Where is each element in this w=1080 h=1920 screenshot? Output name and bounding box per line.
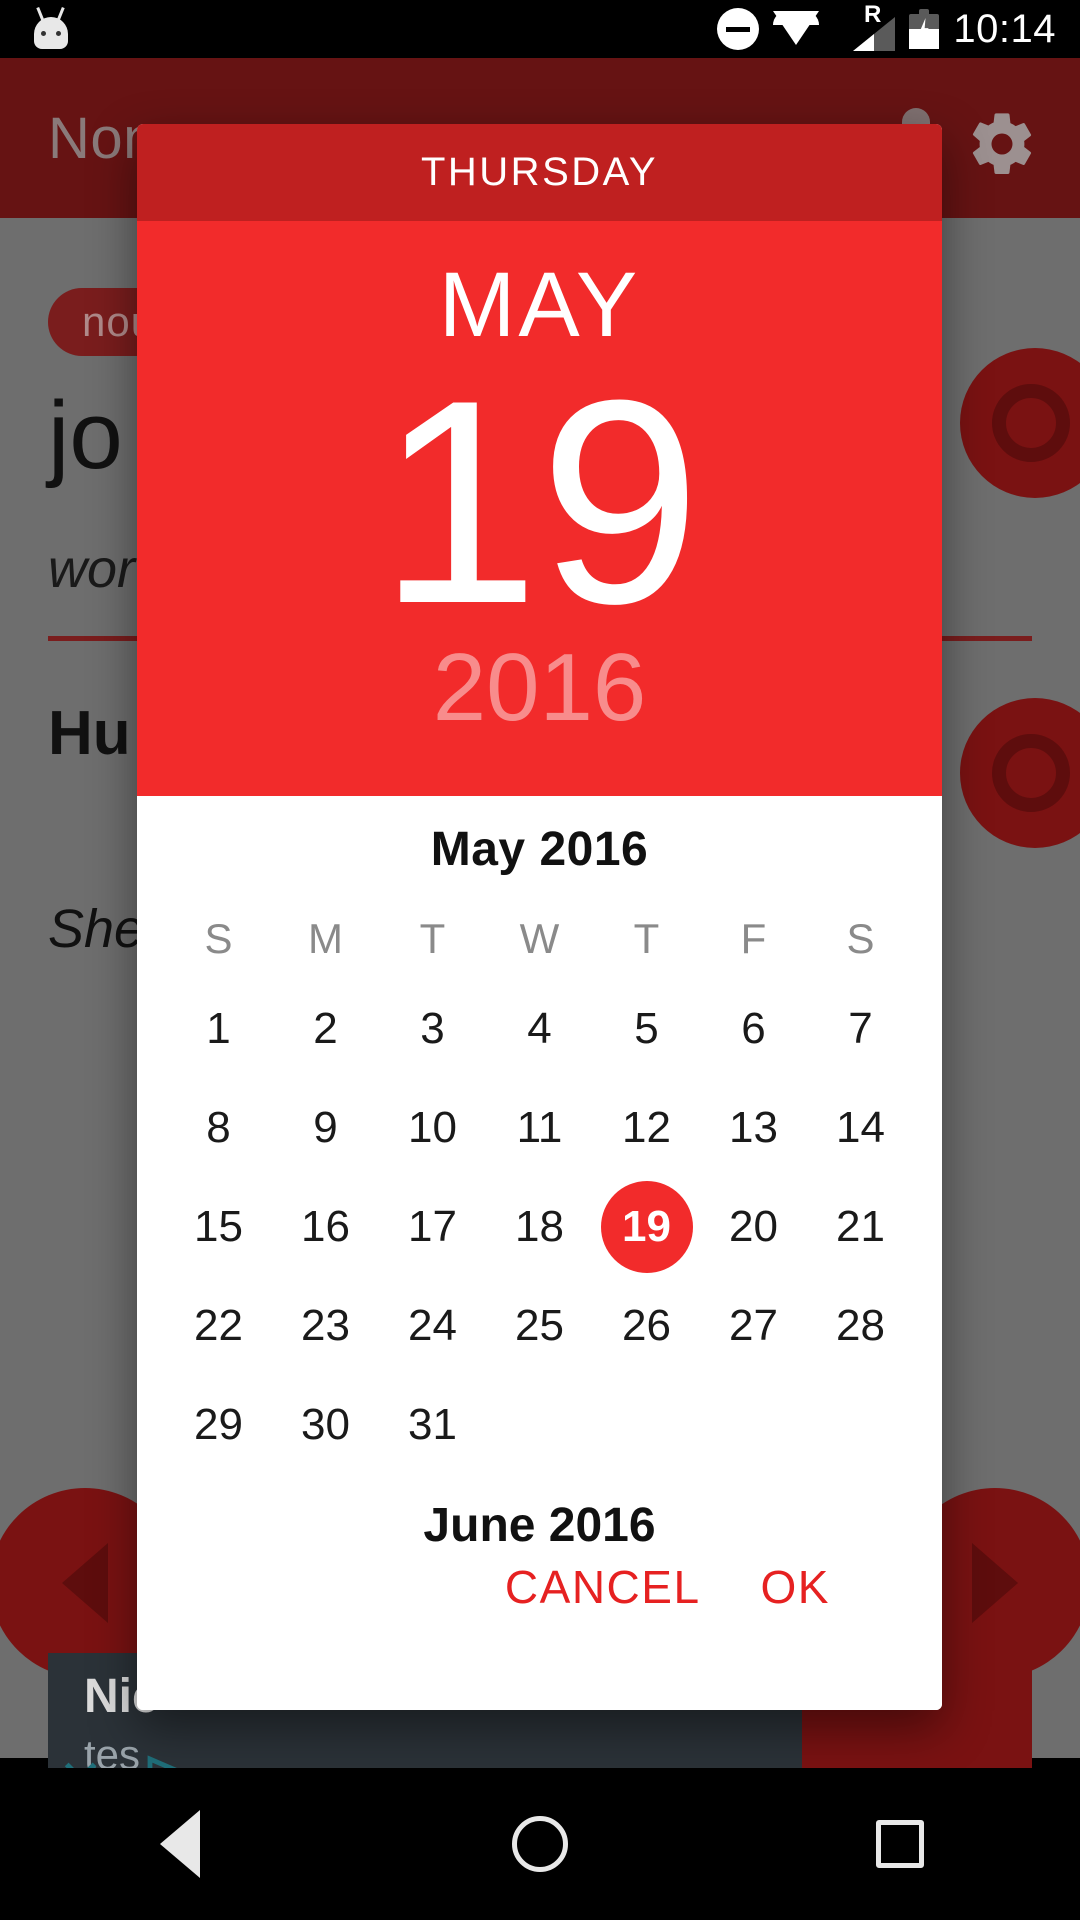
calendar-day-cell[interactable]: 28 [807, 1276, 914, 1375]
home-icon [512, 1816, 568, 1872]
calendar-week-row: 15 16 17 18 19 20 21 [165, 1177, 914, 1276]
calendar-grid: S M T W T F S 1 2 3 4 5 6 7 8 9 10 11 12… [165, 899, 914, 1474]
calendar-day-cell[interactable]: 26 [593, 1276, 700, 1375]
status-bar-left [0, 6, 72, 51]
calendar-day-cell[interactable]: 10 [379, 1078, 486, 1177]
calendar-day-cell[interactable]: 18 [486, 1177, 593, 1276]
home-button[interactable] [480, 1784, 600, 1904]
calendar-day-cell[interactable]: 23 [272, 1276, 379, 1375]
calendar-day-cell[interactable]: 13 [700, 1078, 807, 1177]
dialog-weekday-header: THURSDAY [137, 124, 942, 221]
cancel-button[interactable]: CANCEL [505, 1560, 701, 1614]
calendar-day-cell[interactable]: 30 [272, 1375, 379, 1474]
calendar-day-cell[interactable]: 29 [165, 1375, 272, 1474]
calendar-dow-row: S M T W T F S [165, 899, 914, 979]
dialog-year-label[interactable]: 2016 [433, 639, 647, 736]
calendar-day-cell-empty [593, 1375, 700, 1474]
calendar-day-cell[interactable]: 3 [379, 979, 486, 1078]
calendar-day-cell[interactable]: 24 [379, 1276, 486, 1375]
dow-header: M [308, 915, 343, 962]
ok-button[interactable]: OK [761, 1560, 830, 1614]
battery-charging-icon [909, 9, 940, 49]
status-bar: R 10:14 [0, 0, 1080, 58]
definition-example: She [48, 899, 145, 959]
calendar-body[interactable]: May 2016 S M T W T F S 1 2 3 4 5 6 7 8 9… [137, 796, 942, 1710]
calendar-day-cell-selected[interactable]: 19 [593, 1177, 700, 1276]
definition-title: Hu [48, 699, 131, 768]
back-icon [160, 1810, 200, 1878]
calendar-day-cell[interactable]: 9 [272, 1078, 379, 1177]
dow-header: F [740, 915, 767, 962]
calendar-month-title: May 2016 [430, 823, 649, 876]
calendar-day-cell-empty [486, 1375, 593, 1474]
calendar-week-row: 29 30 31 [165, 1375, 914, 1474]
dow-header: T [419, 915, 446, 962]
status-bar-right: R 10:14 [717, 3, 1080, 51]
calendar-day-cell-empty [700, 1375, 807, 1474]
dialog-month-label[interactable]: MAY [439, 259, 641, 351]
dialog-actions: CANCEL OK [137, 1560, 942, 1614]
calendar-day-cell[interactable]: 25 [486, 1276, 593, 1375]
word-form: wor [48, 539, 136, 599]
back-button[interactable] [120, 1784, 240, 1904]
calendar-day-cell[interactable]: 21 [807, 1177, 914, 1276]
calendar-day-cell[interactable]: 1 [165, 979, 272, 1078]
calendar-day-cell[interactable]: 14 [807, 1078, 914, 1177]
calendar-week-row: 1 2 3 4 5 6 7 [165, 979, 914, 1078]
calendar-day-cell[interactable]: 22 [165, 1276, 272, 1375]
date-picker-dialog: THURSDAY MAY 19 2016 May 2016 S M T W T … [137, 124, 942, 1710]
calendar-day-cell[interactable]: 4 [486, 979, 593, 1078]
roaming-signal-icon: R [833, 3, 896, 51]
calendar-day-cell[interactable]: 27 [700, 1276, 807, 1375]
speaker-icon[interactable] [960, 348, 1080, 498]
device-screen: R 10:14 Non nou jo wor Hu She Nic tes TH… [0, 0, 1080, 1920]
calendar-day-cell[interactable]: 6 [700, 979, 807, 1078]
calendar-day-cell[interactable]: 17 [379, 1177, 486, 1276]
calendar-next-month-title: June 2016 [423, 1499, 656, 1552]
calendar-day-cell[interactable]: 20 [700, 1177, 807, 1276]
dow-header: T [633, 915, 660, 962]
signal-icon [853, 17, 896, 51]
wifi-icon [773, 11, 820, 47]
selected-day-circle: 19 [600, 1180, 693, 1273]
word-headline: jo [48, 382, 123, 489]
dow-header: S [204, 915, 233, 962]
app-title: Non [48, 105, 156, 171]
calendar-day-cell[interactable]: 5 [593, 979, 700, 1078]
calendar-week-row: 22 23 24 25 26 27 28 [165, 1276, 914, 1375]
dow-header: S [846, 915, 875, 962]
calendar-day-cell[interactable]: 15 [165, 1177, 272, 1276]
android-mascot-icon [30, 6, 72, 51]
recents-button[interactable] [840, 1784, 960, 1904]
do-not-disturb-icon [717, 8, 760, 50]
calendar-day-cell-empty [807, 1375, 914, 1474]
calendar-day-cell[interactable]: 2 [272, 979, 379, 1078]
calendar-day-cell[interactable]: 8 [165, 1078, 272, 1177]
recents-icon [876, 1820, 924, 1868]
calendar-week-row: 8 9 10 11 12 13 14 [165, 1078, 914, 1177]
system-navigation-bar [0, 1768, 1080, 1920]
calendar-day-cell[interactable]: 12 [593, 1078, 700, 1177]
speaker-icon[interactable] [960, 698, 1080, 848]
dow-header: W [519, 915, 560, 962]
dialog-date-hero: MAY 19 2016 [137, 221, 942, 796]
calendar-day-cell[interactable]: 11 [486, 1078, 593, 1177]
status-bar-clock: 10:14 [953, 7, 1056, 51]
gear-icon[interactable] [966, 108, 1038, 180]
calendar-day-cell[interactable]: 31 [379, 1375, 486, 1474]
calendar-day-cell[interactable]: 7 [807, 979, 914, 1078]
calendar-day-cell[interactable]: 16 [272, 1177, 379, 1276]
dialog-day-label[interactable]: 19 [378, 357, 701, 647]
